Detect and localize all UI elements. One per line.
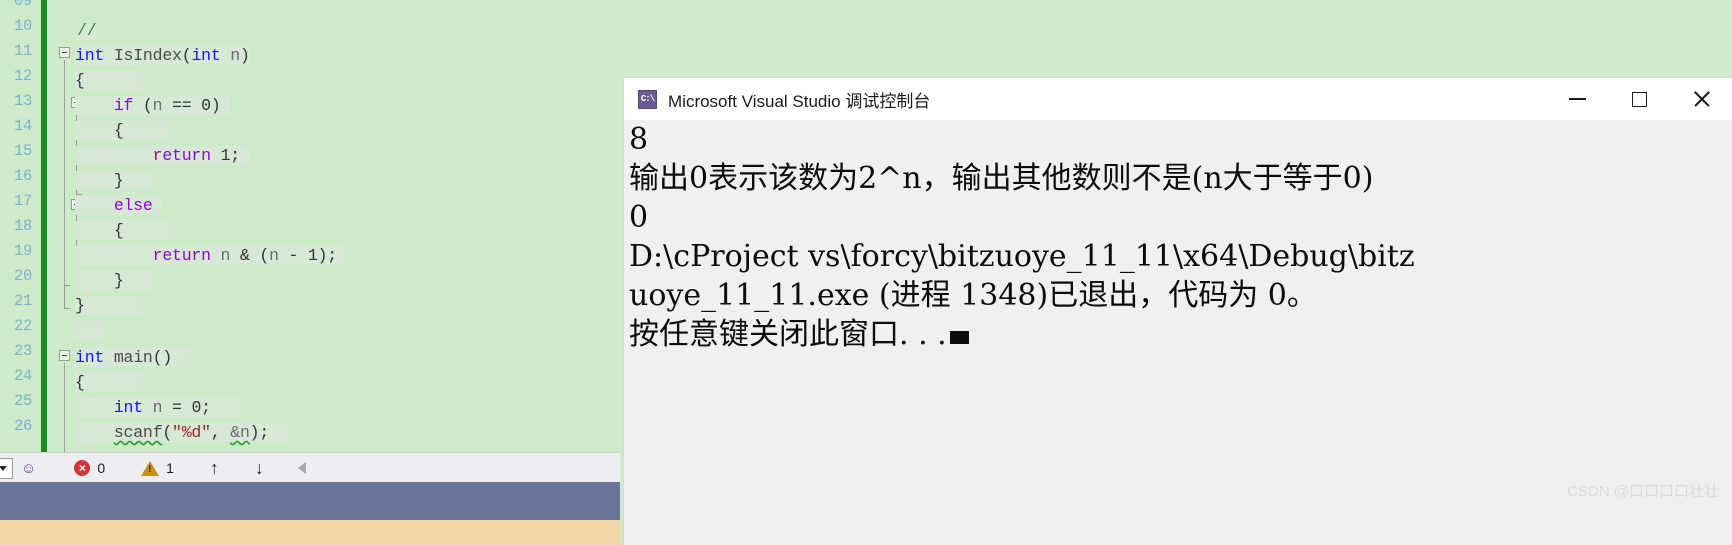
minimize-icon <box>1568 98 1586 100</box>
console-output-line-with-cursor: 按任意键关闭此窗口. . . <box>629 315 1732 354</box>
code-area[interactable]: // int IsIndex(int n) { if (n == 0) { re… <box>0 0 620 452</box>
code-line: { <box>75 118 173 143</box>
console-app-icon: C:\ <box>638 89 657 109</box>
console-window-title: Microsoft Visual Studio 调试控制台 <box>668 91 931 111</box>
code-line: int main() <box>75 345 192 370</box>
maximize-icon <box>1631 91 1647 107</box>
code-line: } <box>75 268 153 293</box>
console-output-text: 按任意键关闭此窗口. . . <box>629 317 947 352</box>
code-line: // <box>77 21 97 40</box>
code-line: int n = 0; <box>75 395 240 420</box>
code-line: return n & (n - 1); <box>75 243 347 268</box>
code-line: } <box>75 168 153 193</box>
error-count[interactable]: × 0 <box>74 460 105 476</box>
next-issue-button[interactable]: ↓ <box>255 458 264 479</box>
code-line: scanf("%d", &n); <box>75 420 289 445</box>
code-line: { <box>75 218 173 243</box>
csdn-watermark: CSDN @口口口口壮壮 <box>1567 483 1719 500</box>
visual-studio-status-bar <box>0 482 620 520</box>
console-output-line: uoye_11_11.exe (进程 1348)已退出，代码为 0。 <box>629 278 1317 313</box>
maximize-button[interactable] <box>1608 78 1670 120</box>
error-count-label: 0 <box>97 460 106 476</box>
warning-count[interactable]: 1 <box>141 460 174 476</box>
code-line <box>75 318 105 343</box>
console-title-bar[interactable]: C:\ Microsoft Visual Studio 调试控制台 <box>624 78 1732 120</box>
code-line: { <box>75 370 143 395</box>
minimize-button[interactable] <box>1546 78 1608 120</box>
code-line: if (n == 0) <box>75 93 231 118</box>
previous-issue-button[interactable]: ↑ <box>210 458 219 479</box>
code-line: return 1; <box>75 143 250 168</box>
close-button[interactable] <box>1670 78 1732 120</box>
chevron-down-icon <box>0 465 7 471</box>
close-icon <box>1692 90 1710 108</box>
code-line: else <box>75 193 163 218</box>
warning-icon <box>141 460 160 476</box>
console-cursor <box>949 331 969 344</box>
intellisense-icon[interactable]: ☺ <box>21 460 36 477</box>
filter-dropdown-button[interactable] <box>0 457 13 479</box>
code-line: { <box>75 68 143 93</box>
error-list-toolbar[interactable]: ☺ × 0 1 ↑ ↓ <box>0 452 620 483</box>
error-icon: × <box>74 460 91 476</box>
console-output-line: 输出0表示该数为2^n，输出其他数则不是(n大于等于0) <box>629 161 1374 196</box>
console-output-area[interactable]: 8 输出0表示该数为2^n，输出其他数则不是(n大于等于0) 0 D:\cPro… <box>624 120 1732 545</box>
debug-console-window[interactable]: C:\ Microsoft Visual Studio 调试控制台 8 输出0表… <box>624 78 1732 545</box>
scroll-left-icon[interactable] <box>297 462 306 474</box>
console-output-line: 8 <box>629 122 649 157</box>
console-output-line: D:\cProject vs\forcy\bitzuoye_11_11\x64\… <box>629 239 1415 274</box>
warning-count-label: 1 <box>166 460 174 476</box>
code-line: int IsIndex(int n) <box>75 46 250 65</box>
console-output-line: 0 <box>629 200 649 235</box>
code-line: } <box>75 293 143 318</box>
windows-taskbar[interactable] <box>0 520 620 545</box>
